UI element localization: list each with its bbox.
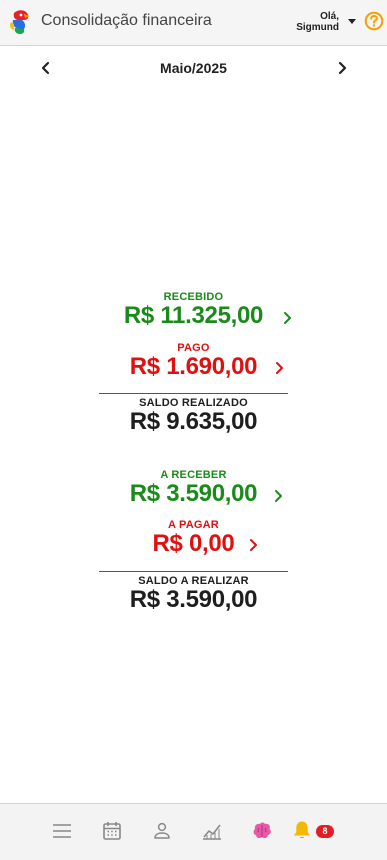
- chevron-right-icon[interactable]: [335, 60, 349, 76]
- greeting-text: Olá,: [320, 11, 339, 22]
- person-icon[interactable]: [151, 820, 173, 842]
- chevron-right-icon: [275, 490, 282, 502]
- app-title: Consolidação financeira: [41, 12, 212, 29]
- month-label: Maio/2025: [160, 60, 227, 76]
- payable-row[interactable]: A PAGAR R$ 0,00: [0, 517, 387, 562]
- pending-balance-value: R$ 3.590,00: [129, 586, 258, 613]
- parrot-logo-icon: [10, 10, 30, 34]
- bell-icon[interactable]: [291, 819, 313, 841]
- divider: [99, 571, 288, 572]
- receivable-value: R$ 3.590,00: [129, 480, 258, 507]
- paid-value: R$ 1.690,00: [129, 353, 258, 380]
- chevron-right-icon: [276, 362, 283, 374]
- top-bar: Consolidação financeira Olá, Sigmund: [0, 0, 387, 46]
- user-greeting[interactable]: Olá, Sigmund: [296, 11, 339, 33]
- month-selector: Maio/2025: [0, 58, 387, 80]
- payable-value: R$ 0,00: [152, 530, 235, 557]
- calendar-icon[interactable]: [101, 820, 123, 842]
- user-name: Sigmund: [296, 22, 339, 33]
- menu-icon[interactable]: [51, 820, 73, 842]
- chart-line-icon[interactable]: [201, 820, 223, 842]
- receivable-row[interactable]: A RECEBER R$ 3.590,00: [0, 467, 387, 512]
- user-menu-caret-icon[interactable]: [348, 19, 356, 24]
- received-value: R$ 11.325,00: [123, 302, 264, 329]
- divider: [99, 393, 288, 394]
- notification-badge: 8: [316, 825, 334, 838]
- chevron-right-icon: [284, 312, 291, 324]
- question-circle-icon[interactable]: [364, 11, 384, 31]
- app-root: Consolidação financeira Olá, Sigmund Mai…: [0, 0, 387, 860]
- chevron-right-icon: [250, 539, 257, 551]
- realized-balance-value: R$ 9.635,00: [129, 408, 258, 435]
- received-row[interactable]: RECEBIDO R$ 11.325,00: [0, 289, 387, 334]
- bottom-nav: 8: [0, 803, 387, 860]
- brain-icon[interactable]: [251, 820, 273, 842]
- paid-row[interactable]: PAGO R$ 1.690,00: [0, 340, 387, 385]
